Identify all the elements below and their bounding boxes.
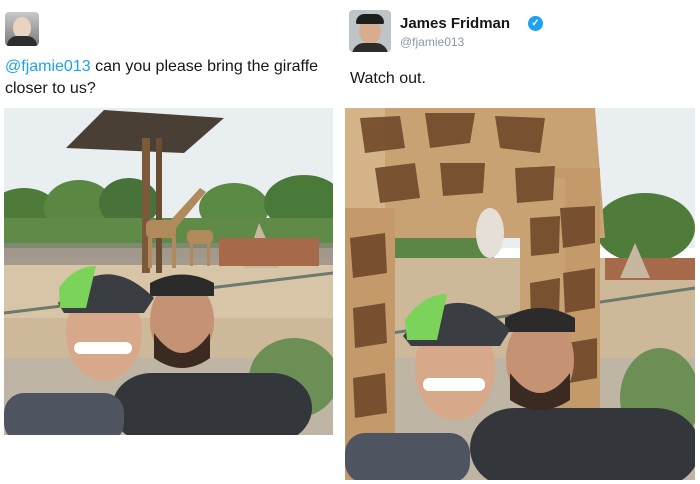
reply-author-handle[interactable]: @fjamie013 bbox=[400, 35, 464, 49]
reply-avatar-cap bbox=[356, 14, 384, 24]
verified-badge-icon: ✓ bbox=[528, 16, 543, 31]
reply-photo-image bbox=[345, 108, 695, 480]
reply-avatar[interactable] bbox=[349, 10, 391, 52]
reply-text: Watch out. bbox=[350, 70, 426, 87]
original-photo bbox=[4, 108, 333, 435]
mention-link[interactable]: @fjamie013 bbox=[5, 58, 91, 75]
original-photo-image bbox=[4, 108, 333, 435]
reply-author-name[interactable]: James Fridman bbox=[400, 15, 510, 32]
reply-tweet-panel: James Fridman ✓ @fjamie013 Watch out. bbox=[345, 0, 700, 484]
original-tweet-panel: @fjamie013 can you please bring the gira… bbox=[0, 0, 345, 484]
reply-photo bbox=[345, 108, 695, 480]
original-tweet-text: @fjamie013 can you please bring the gira… bbox=[5, 56, 340, 100]
reply-avatar-body bbox=[352, 43, 388, 52]
avatar-shirt bbox=[7, 36, 37, 46]
user-avatar[interactable] bbox=[5, 12, 39, 46]
